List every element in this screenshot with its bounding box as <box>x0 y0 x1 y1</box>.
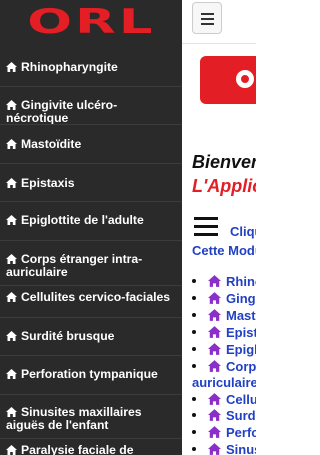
home-icon <box>6 407 17 417</box>
home-icon <box>208 292 221 304</box>
hamburger-icon-bar <box>201 18 214 20</box>
sidebar-item-label: Cellulites cervico-faciales <box>21 290 171 304</box>
hamburger-icon <box>201 13 214 15</box>
click-instruction[interactable]: Cliquez <box>230 224 256 239</box>
list-item[interactable]: Cellulites cervico-faciales <box>192 392 256 407</box>
sidebar-item-label: Epiglottite de l'adulte <box>21 213 144 227</box>
header-divider <box>182 43 256 44</box>
home-icon <box>6 62 17 72</box>
home-icon <box>6 139 17 149</box>
menu-divider <box>0 438 182 439</box>
menu-icon[interactable] <box>194 217 218 237</box>
menu-divider <box>0 86 182 87</box>
list-item-continued[interactable]: auriculaire <box>192 375 256 390</box>
home-icon <box>6 292 17 302</box>
sidebar-item-paralysie[interactable]: Paralysie faciale de l'enfant <box>0 444 182 455</box>
menu-divider <box>0 201 182 202</box>
menu-toggle-button[interactable] <box>192 2 222 34</box>
home-icon <box>6 215 17 225</box>
list-item[interactable]: Gingivite ulcéro-nécrotique <box>192 291 256 306</box>
home-icon <box>6 100 17 110</box>
menu-divider <box>0 240 182 241</box>
list-item[interactable]: Corps étranger intra- <box>192 359 256 374</box>
home-icon <box>208 275 221 287</box>
sidebar-item-surdite[interactable]: Surdité brusque <box>0 330 182 343</box>
list-item[interactable]: Epistaxis <box>192 325 256 340</box>
app-title: L'Application <box>192 176 256 196</box>
sidebar-item-label: Epistaxis <box>21 176 75 190</box>
list-item[interactable]: Rhinopharyngite <box>192 274 256 289</box>
sidebar-item-perforation[interactable]: Perforation tympanique <box>0 368 182 381</box>
sidebar-item-label: Perforation tympanique <box>21 367 158 381</box>
home-icon <box>6 254 17 264</box>
menu-divider <box>0 124 182 125</box>
menu-divider <box>0 317 182 318</box>
menu-divider <box>0 285 182 286</box>
menu-divider <box>0 394 182 395</box>
sidebar-item-corps-etranger[interactable]: Corps étranger intra-auriculaire <box>0 253 182 279</box>
sidebar-item-label: Mastoïdite <box>21 137 82 151</box>
home-icon <box>208 409 221 421</box>
sidebar-item-epiglottite[interactable]: Epiglottite de l'adulte <box>0 214 182 227</box>
home-icon <box>208 343 221 355</box>
sidebar-item-label: Surdité brusque <box>21 329 115 343</box>
list-item[interactable]: Sinusites maxillaires aiguës <box>192 442 256 455</box>
sidebar-item-rhinopharyngite[interactable]: Rhinopharyngite <box>0 61 182 74</box>
sidebar-item-epistaxis[interactable]: Epistaxis <box>0 177 182 190</box>
home-icon <box>6 331 17 341</box>
home-icon <box>6 445 17 455</box>
sidebar-item-mastoidite[interactable]: Mastoïdite <box>0 138 182 151</box>
welcome-heading: Bienvenue <box>192 152 256 172</box>
list-item[interactable]: Mastoïdite <box>192 308 256 323</box>
sidebar-item-label: Rhinopharyngite <box>21 60 118 74</box>
home-icon <box>208 309 221 321</box>
home-icon <box>6 178 17 188</box>
home-icon <box>6 369 17 379</box>
home-icon <box>208 393 221 405</box>
list-item[interactable]: Surdité brusque <box>192 408 256 423</box>
menu-divider <box>0 355 182 356</box>
hamburger-icon-bar <box>201 23 214 25</box>
sidebar-item-label: Corps étranger intra-auriculaire <box>6 252 143 279</box>
sidebar-item-label: Sinusites maxillaires aiguës de l'enfant <box>6 405 142 432</box>
home-icon <box>208 426 221 438</box>
sidebar: ORL Rhinopharyngite Gingivite ulcéro-néc… <box>0 0 182 455</box>
sidebar-item-cellulites[interactable]: Cellulites cervico-faciales <box>0 291 182 304</box>
sidebar-item-sinusites[interactable]: Sinusites maxillaires aiguës de l'enfant <box>0 406 182 432</box>
menu-divider <box>0 163 182 164</box>
module-instruction[interactable]: Cette Module <box>192 243 256 258</box>
main-content: Bienvenue L'Application Cliquez Cette Mo… <box>182 0 256 455</box>
sidebar-item-label: Paralysie faciale de l'enfant <box>21 443 134 455</box>
home-icon <box>208 326 221 338</box>
brand-logo[interactable]: ORL <box>0 0 182 44</box>
sidebar-item-label: Gingivite ulcéro-nécrotique <box>6 98 118 125</box>
app-logo-letter <box>236 70 254 88</box>
list-item[interactable]: Epiglottite de l'adulte <box>192 342 256 357</box>
sidebar-item-gingivite[interactable]: Gingivite ulcéro-nécrotique <box>0 99 182 125</box>
list-item[interactable]: Perforation tympanique <box>192 425 256 440</box>
home-icon <box>208 443 221 455</box>
home-icon <box>208 360 221 372</box>
brand-text: ORL <box>26 2 156 42</box>
